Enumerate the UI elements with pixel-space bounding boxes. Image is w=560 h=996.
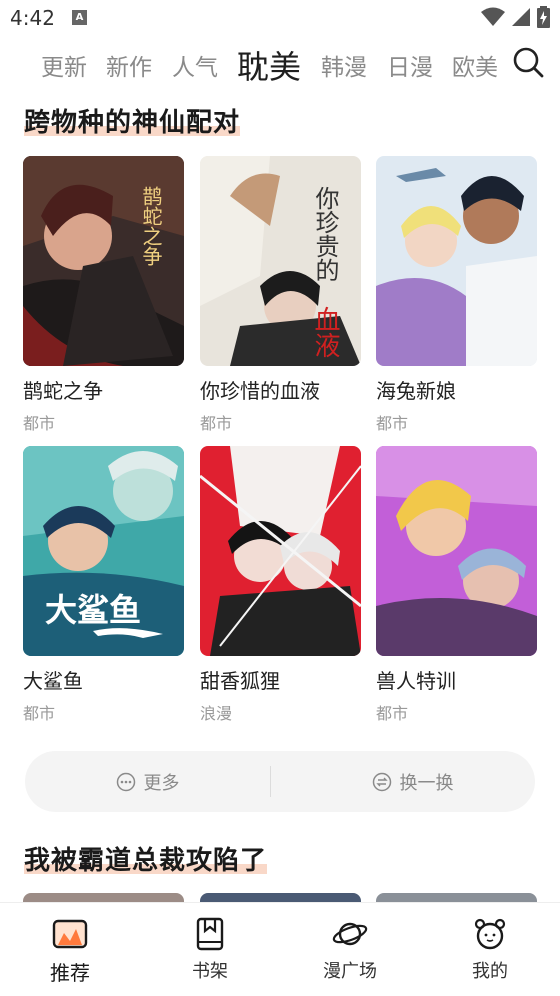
comic-title: 大鲨鱼 — [23, 669, 83, 693]
tab-updates[interactable]: 更新 — [41, 48, 87, 82]
search-icon[interactable] — [512, 46, 544, 78]
refresh-button[interactable]: 换一换 — [290, 751, 535, 812]
comic-genre: 都市 — [200, 414, 233, 433]
comic-card[interactable]: 甜香狐狸 浪漫 — [200, 446, 361, 724]
comic-genre: 都市 — [376, 704, 409, 723]
more-label: 更多 — [143, 772, 180, 794]
comic-card[interactable]: 兽人特训 都市 — [376, 446, 537, 724]
planet-icon — [332, 922, 368, 946]
category-tabs: 更新 新作 人气 耽美 韩漫 日漫 欧美 — [0, 42, 560, 90]
nav-bookshelf[interactable]: 书架 — [160, 917, 260, 983]
comic-title: 你珍惜的血液 — [200, 379, 320, 403]
tab-korean[interactable]: 韩漫 — [321, 48, 367, 82]
comic-genre: 都市 — [376, 414, 409, 433]
refresh-label: 换一换 — [399, 772, 454, 794]
nav-label: 漫广场 — [323, 961, 377, 982]
comic-genre: 浪漫 — [200, 704, 233, 723]
nav-label: 我的 — [472, 961, 508, 982]
section-title-text: 我被霸道总裁攻陷了 — [24, 846, 268, 876]
comic-card[interactable]: 你珍贵的 血液 你珍惜的血液 都市 — [200, 156, 361, 434]
section-actions: 更多 换一换 — [25, 751, 535, 812]
status-bar: 4:42 A — [0, 0, 560, 36]
comic-cover[interactable] — [376, 446, 537, 656]
nav-mine[interactable]: 我的 — [440, 917, 540, 983]
tab-new[interactable]: 新作 — [106, 48, 152, 82]
comic-cover[interactable]: 鹊蛇之争 — [23, 156, 184, 366]
recommend-icon — [52, 919, 88, 949]
nav-label: 推荐 — [50, 961, 90, 985]
comic-card[interactable]: 海兔新娘 都市 — [376, 156, 537, 434]
comic-card[interactable]: 大鲨鱼 大鲨鱼 都市 — [23, 446, 184, 724]
status-indicators — [481, 6, 550, 28]
tab-danmei[interactable]: 耽美 — [237, 42, 301, 88]
comic-title: 兽人特训 — [376, 669, 456, 693]
divider — [270, 766, 271, 797]
nav-label: 书架 — [192, 961, 228, 982]
a-notification-icon: A — [72, 10, 87, 25]
more-button[interactable]: 更多 — [25, 751, 270, 812]
bottom-nav: 推荐 书架 漫广场 我的 — [0, 902, 560, 996]
comic-cover[interactable] — [376, 156, 537, 366]
profile-icon — [474, 918, 506, 950]
comic-title: 甜香狐狸 — [200, 669, 280, 693]
svg-text:血液: 血液 — [310, 306, 340, 358]
section-title: 跨物种的神仙配对 — [24, 102, 241, 139]
bookshelf-icon — [196, 917, 224, 951]
section-title: 我被霸道总裁攻陷了 — [24, 840, 268, 877]
comic-title: 鹊蛇之争 — [23, 379, 103, 403]
tab-western[interactable]: 欧美 — [452, 48, 498, 82]
tab-popular[interactable]: 人气 — [172, 48, 218, 82]
battery-icon — [537, 6, 550, 28]
comic-cover[interactable]: 你珍贵的 血液 — [200, 156, 361, 366]
tab-japanese[interactable]: 日漫 — [387, 48, 433, 82]
comic-title: 海兔新娘 — [376, 379, 456, 403]
comic-card[interactable]: 鹊蛇之争 鹊蛇之争 都市 — [23, 156, 184, 434]
cover-title-text: 大鲨鱼 — [45, 591, 141, 629]
more-icon — [116, 772, 135, 791]
nav-plaza[interactable]: 漫广场 — [300, 917, 400, 983]
refresh-icon — [372, 772, 391, 791]
cover-title-text: 鹊蛇之争 — [139, 186, 163, 266]
signal-icon — [512, 8, 530, 26]
section-title-text: 跨物种的神仙配对 — [24, 108, 241, 138]
comic-cover[interactable]: 大鲨鱼 — [23, 446, 184, 656]
comic-genre: 都市 — [23, 704, 56, 723]
cover-title-text: 你珍贵的 — [311, 186, 339, 282]
wifi-icon — [481, 7, 505, 26]
nav-recommend[interactable]: 推荐 — [20, 917, 120, 986]
comic-genre: 都市 — [23, 414, 56, 433]
comic-cover[interactable] — [200, 446, 361, 656]
status-time: 4:42 — [10, 6, 55, 30]
